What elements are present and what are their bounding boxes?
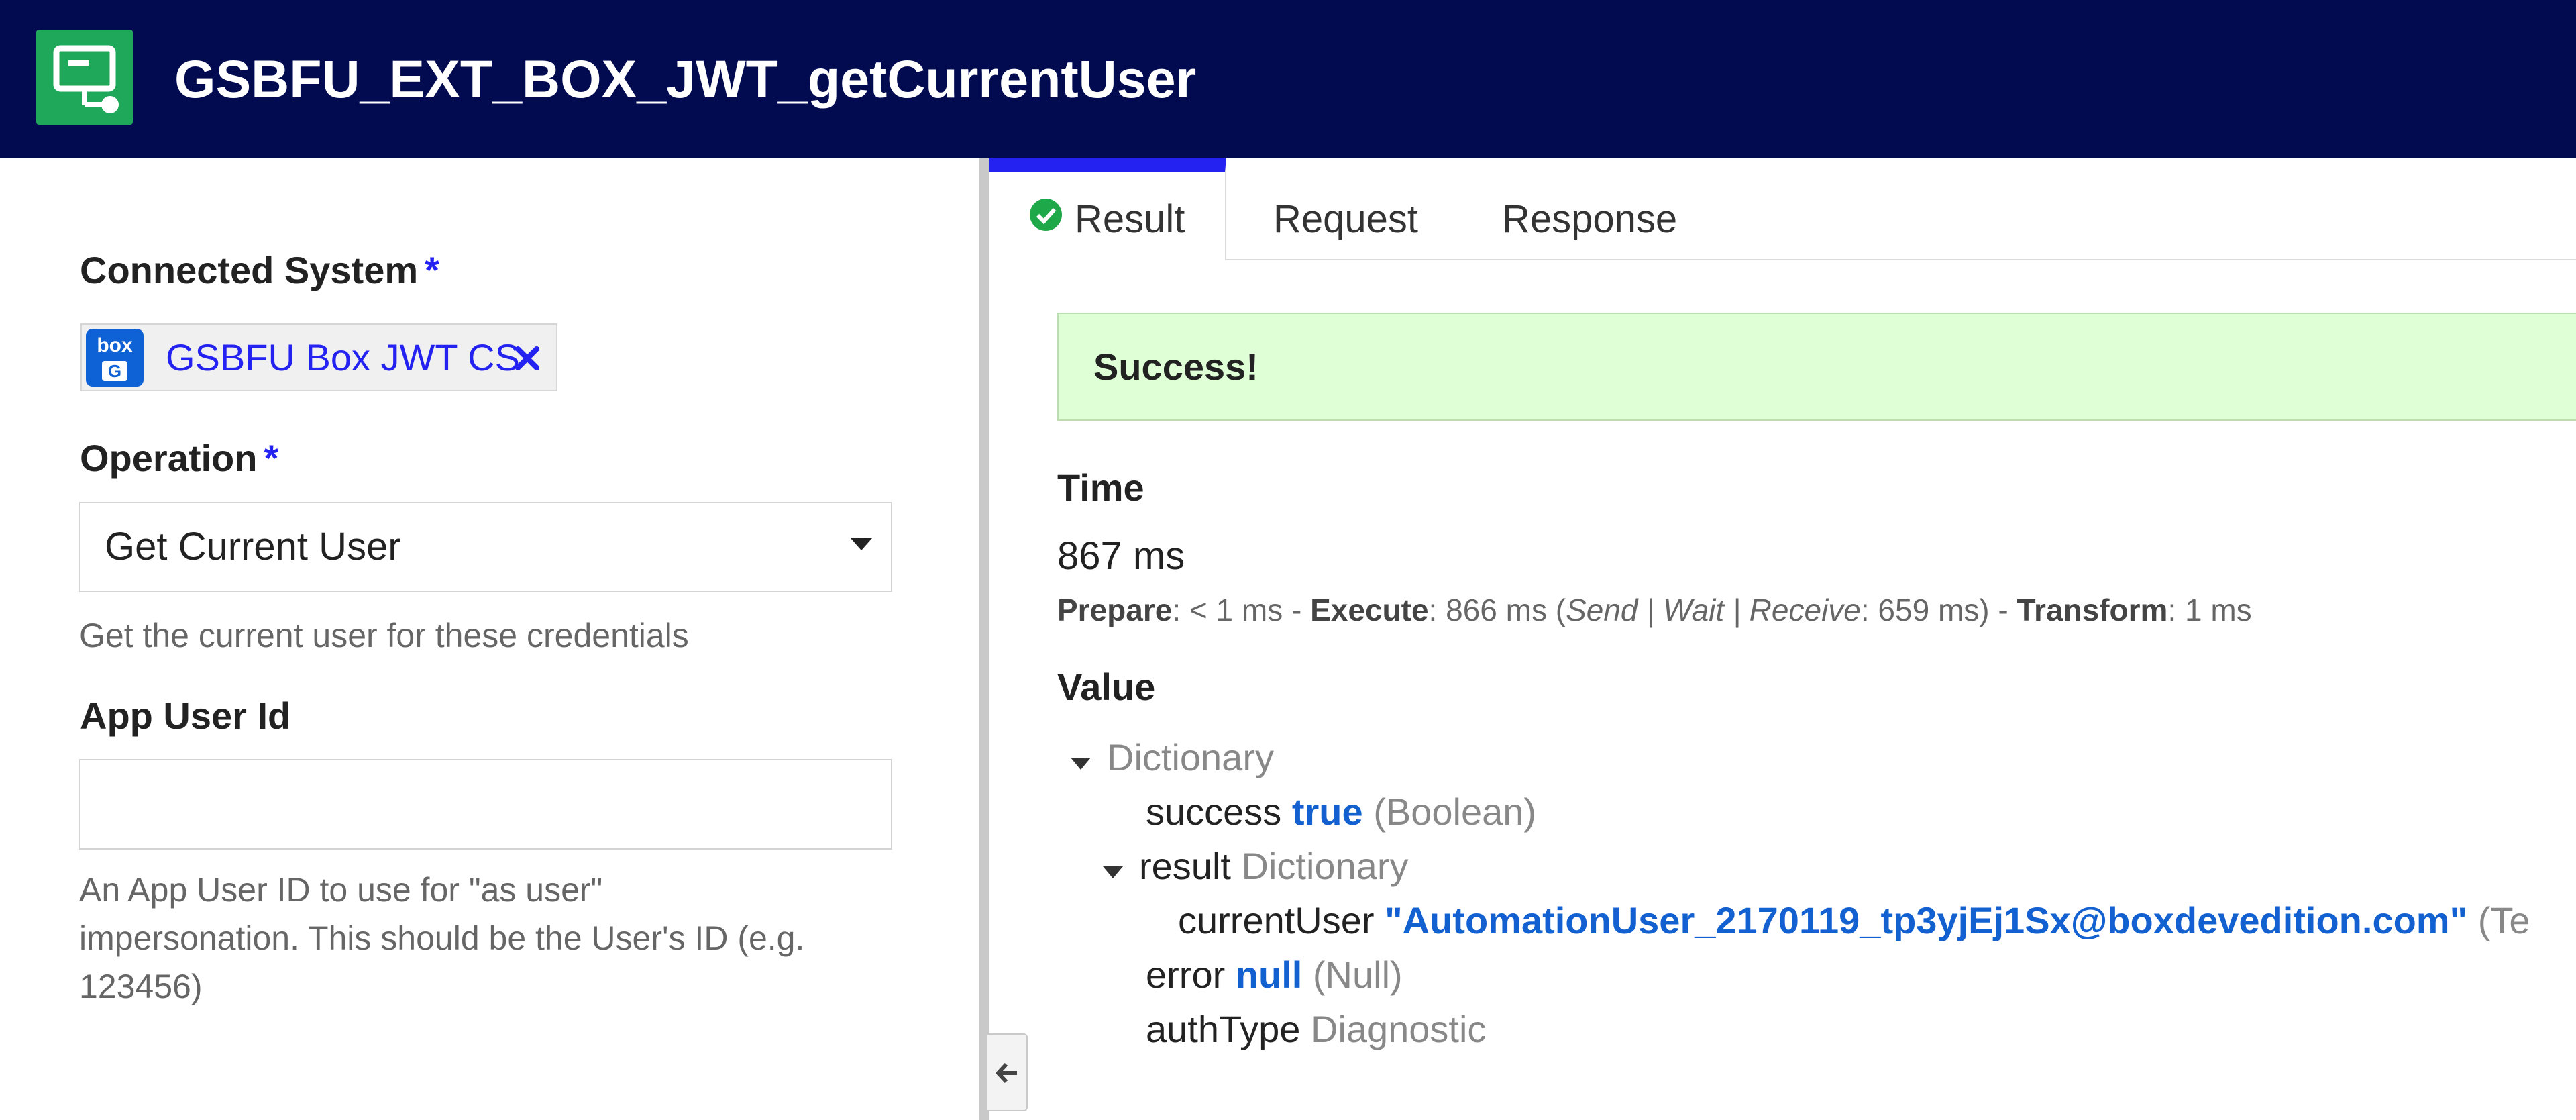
success-message: Success! [1093,346,1258,388]
execute-label: Execute [1310,593,1429,627]
operation-label-text: Operation [80,437,258,479]
connected-system-chip[interactable]: box G GSBFU Box JWT CS [80,323,557,391]
tree-key: currentUser [1178,899,1375,941]
tree-value: "AutomationUser_2170119_tp3yjEj1Sx@boxde… [1385,899,2468,941]
operation-selected-value: Get Current User [105,525,401,568]
app-header: GSBFU_EXT_BOX_JWT_getCurrentUser [0,0,2576,158]
result-tabs: Result Request Response [989,158,2576,260]
caret-down-icon[interactable] [1102,844,1124,890]
tree-type: Dictionary [1241,845,1409,887]
tree-key: success [1146,791,1282,833]
tab-request[interactable]: Request [1273,158,1418,259]
tree-type: (Null) [1312,954,1403,996]
tree-value: true [1291,791,1363,833]
timing-breakdown: Prepare: < 1 ms - Execute: 866 ms (Send … [1057,592,2252,628]
time-value: 867 ms [1057,534,1185,578]
integration-icon [36,30,133,125]
success-banner: Success! [1057,313,2576,421]
operation-dropdown[interactable]: Get Current User [79,502,892,592]
tab-result[interactable]: Result [989,158,1226,260]
send-wait-receive-label: Send | Wait | Receive [1566,593,1861,627]
tree-root-row[interactable]: Dictionary [1069,734,1274,781]
tab-response[interactable]: Response [1502,158,1677,259]
connected-system-label: Connected System * [80,248,439,292]
time-section-title: Time [1057,466,1144,509]
box-logo-badge: G [102,361,127,381]
tree-type: (Te [2477,899,2530,941]
tree-row-success: success true (Boolean) [1146,788,1536,835]
required-marker: * [264,437,279,479]
operation-help-text: Get the current user for these credentia… [79,617,689,654]
box-logo-text: box [97,334,133,356]
help-line: An App User ID to use for "as user" [79,871,603,909]
tree-row-current-user: currentUser "AutomationUser_2170119_tp3y… [1178,897,2530,944]
tree-key: authType [1146,1008,1301,1050]
execute-value: : 866 ms ( [1428,593,1566,627]
app-user-id-input[interactable] [79,759,892,850]
help-line: impersonation. This should be the User's… [79,919,805,957]
connected-system-name[interactable]: GSBFU Box JWT CS [166,325,520,390]
integration-config-panel: Connected System * box G GSBFU Box JWT CS… [0,158,979,1120]
page-title: GSBFU_EXT_BOX_JWT_getCurrentUser [174,49,1197,109]
remove-connected-system-icon[interactable] [513,344,542,373]
tab-result-label: Result [1075,197,1185,241]
arrow-left-icon [995,1062,1017,1084]
app-user-id-label: App User Id [80,695,291,737]
tree-row-result[interactable]: result Dictionary [1102,843,1408,890]
value-section-title: Value [1057,666,1156,708]
check-circle-icon [1029,171,1063,266]
caret-down-icon[interactable] [1069,735,1092,782]
app-user-id-help-text: An App User ID to use for "as user" impe… [79,866,804,1011]
connected-system-label-text: Connected System [80,249,419,291]
required-marker: * [425,249,439,291]
panel-splitter[interactable] [979,158,989,1120]
tree-key: error [1146,954,1226,996]
tree-value: null [1235,954,1303,996]
chevron-down-icon [849,537,873,555]
tree-value: Diagnostic [1310,1008,1487,1050]
tree-row-error: error null (Null) [1146,952,1403,999]
tree-root-type: Dictionary [1107,736,1274,778]
prepare-label: Prepare [1057,593,1173,627]
tree-type: (Boolean) [1373,791,1537,833]
tree-row-auth-type: authType Diagnostic [1146,1006,1486,1053]
send-wait-receive-value: : 659 ms) - [1860,593,2017,627]
tree-key: result [1139,845,1231,887]
collapse-panel-button[interactable] [987,1033,1028,1111]
operation-label: Operation * [80,436,278,480]
transform-value: : 1 ms [2167,593,2252,627]
transform-label: Transform [2017,593,2168,627]
prepare-value: : < 1 ms - [1172,593,1311,627]
help-line: 123456) [79,968,203,1005]
box-logo-icon: box G [86,329,144,387]
